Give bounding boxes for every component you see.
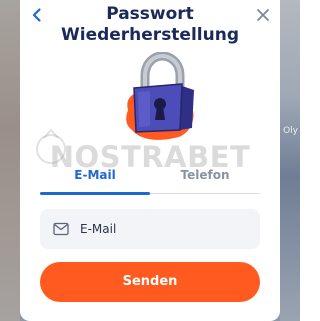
recovery-method-tabs: E-Mail Telefon — [40, 164, 260, 196]
close-button[interactable] — [254, 6, 272, 24]
chevron-left-icon — [32, 8, 41, 22]
background-left-strip — [0, 0, 20, 321]
email-field-placeholder: E-Mail — [80, 222, 117, 236]
background-right-text: Oly — [283, 126, 298, 136]
background-right-strip: Oly — [280, 0, 300, 321]
modal-title-line2: Wiederherstellung — [60, 25, 239, 45]
password-recovery-modal: Passwort Wiederherstellung NOSTRABET E-M… — [20, 0, 280, 321]
modal-title: Passwort Wiederherstellung — [40, 4, 260, 46]
tab-divider-line — [150, 193, 260, 194]
modal-title-line1: Passwort — [106, 4, 194, 24]
close-icon — [257, 9, 269, 21]
send-button[interactable]: Senden — [40, 262, 260, 302]
padlock-icon — [126, 52, 194, 140]
tab-active-indicator — [40, 192, 150, 195]
email-field[interactable]: E-Mail — [40, 209, 260, 249]
tab-email[interactable]: E-Mail — [40, 164, 150, 194]
envelope-icon — [53, 222, 69, 236]
tab-phone[interactable]: Telefon — [150, 164, 260, 194]
